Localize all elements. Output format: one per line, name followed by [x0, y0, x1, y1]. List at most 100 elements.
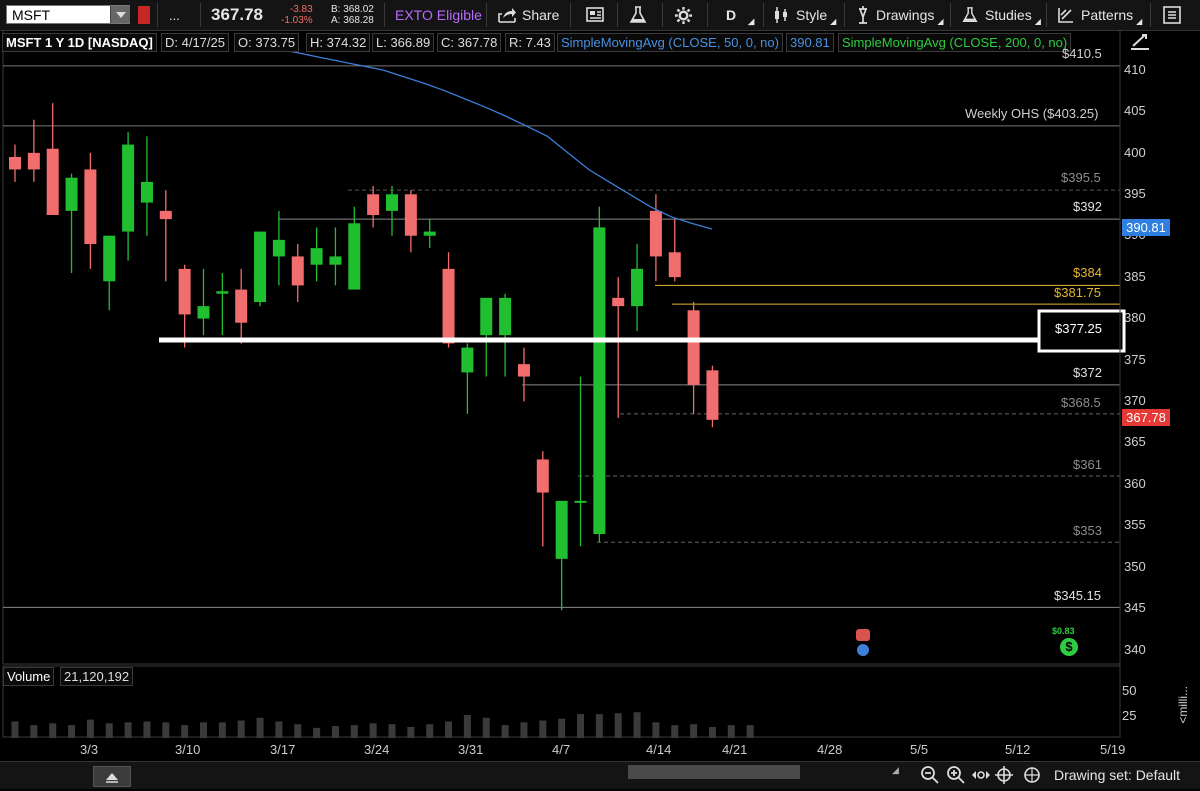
level-label: $345.15	[1054, 588, 1101, 603]
symbol-dropdown-icon[interactable]	[110, 6, 130, 23]
candle-body[interactable]	[272, 239, 285, 257]
candle-body[interactable]	[442, 268, 455, 344]
candle-body[interactable]	[197, 306, 210, 319]
axis-tick: 400	[1124, 145, 1146, 160]
studies-flask-icon	[962, 7, 978, 23]
candle-body[interactable]	[574, 500, 587, 503]
exto-eligible-link[interactable]: EXTO Eligible	[395, 0, 482, 30]
settings-button[interactable]	[674, 0, 693, 30]
candle-body[interactable]	[159, 210, 172, 220]
drawing-set-label[interactable]: Drawing set: Default	[1054, 767, 1180, 783]
drawings-button[interactable]: Drawings ◢	[856, 0, 944, 30]
candle-body[interactable]	[348, 223, 361, 290]
price-change: -3.83 -1.03%	[281, 4, 313, 26]
price-chart[interactable]	[0, 30, 1200, 788]
candle-body[interactable]	[536, 459, 549, 493]
volume-bar	[350, 725, 358, 738]
alert-flag-icon[interactable]	[138, 6, 150, 24]
horizontal-scrollbar-thumb[interactable]	[628, 765, 800, 779]
candle-body[interactable]	[9, 157, 21, 170]
style-button[interactable]: Style ◢	[772, 0, 836, 30]
chart-title: MSFT 1 Y 1D [NASDAQ]	[2, 33, 157, 52]
level-label: Weekly OHS ($403.25)	[965, 106, 1099, 121]
candle-body[interactable]	[461, 347, 474, 373]
share-button[interactable]: Share	[497, 0, 559, 30]
timeframe-dropdown[interactable]: D ◢	[726, 0, 754, 30]
reset-view-icon[interactable]	[1022, 765, 1042, 785]
candle-body[interactable]	[46, 148, 59, 215]
candle-body[interactable]	[329, 256, 342, 265]
candle-body[interactable]	[386, 194, 398, 211]
more-button[interactable]: ...	[169, 0, 180, 30]
candle-body[interactable]	[631, 268, 644, 307]
patterns-label: Patterns	[1081, 7, 1134, 23]
candle-body[interactable]	[593, 227, 606, 534]
candle-body[interactable]	[517, 364, 530, 377]
date-tick: 3/24	[364, 742, 390, 757]
ohlc-date: D: 4/17/25	[161, 33, 229, 52]
chevron-up-icon	[106, 773, 118, 783]
candle-body[interactable]	[140, 181, 153, 203]
candle-body[interactable]	[367, 194, 380, 215]
candle-body[interactable]	[254, 231, 267, 302]
volume-bar	[30, 725, 38, 738]
volume-bar	[520, 722, 528, 738]
candle-body[interactable]	[27, 152, 40, 170]
candle-body[interactable]	[555, 500, 568, 559]
candle-body[interactable]	[499, 297, 512, 336]
studies-label: Studies	[985, 7, 1032, 23]
dividend-dollar-icon[interactable]: $	[1060, 638, 1078, 656]
drawing-pencil-icon[interactable]	[1128, 32, 1152, 52]
info-bulb-icon[interactable]	[857, 644, 869, 656]
candle-body[interactable]	[103, 235, 116, 282]
flask-button[interactable]	[628, 0, 648, 30]
candle-body[interactable]	[291, 256, 304, 286]
candle-body[interactable]	[122, 144, 135, 232]
candle-body[interactable]	[235, 289, 248, 323]
candle-body[interactable]	[687, 310, 700, 385]
candle-body[interactable]	[216, 291, 229, 294]
news-button[interactable]	[585, 0, 605, 30]
gear-icon	[674, 6, 693, 24]
volume-bar	[181, 725, 189, 738]
axis-tick: 365	[1124, 434, 1146, 449]
earnings-phone-icon[interactable]	[856, 629, 870, 641]
zoom-in-icon[interactable]	[946, 765, 966, 785]
sma200-label[interactable]: SimpleMovingAvg (CLOSE, 200, 0, no)	[838, 33, 1072, 52]
collapse-panel-button[interactable]	[93, 766, 131, 787]
zoom-out-icon[interactable]	[920, 765, 940, 785]
dividend-amount: $0.83	[1052, 626, 1075, 636]
volume-bar	[49, 723, 57, 738]
volume-bar	[577, 714, 584, 738]
candle-body[interactable]	[310, 248, 323, 265]
level-label: $368.5	[1061, 395, 1101, 410]
axis-tick: 370	[1124, 393, 1146, 408]
volume-bar	[369, 723, 377, 738]
candle-body[interactable]	[480, 297, 493, 336]
candle-body[interactable]	[84, 169, 97, 244]
candle-body[interactable]	[668, 252, 681, 278]
candle-body[interactable]	[649, 210, 662, 257]
candle-body[interactable]	[706, 370, 719, 420]
candle-body[interactable]	[423, 231, 436, 236]
candle-body[interactable]	[178, 268, 191, 315]
volume-bar	[463, 715, 471, 738]
patterns-button[interactable]: Patterns ◢	[1057, 0, 1142, 30]
volume-bar	[388, 724, 396, 738]
more-options-button[interactable]	[1163, 0, 1181, 30]
volume-bar	[105, 723, 113, 738]
candle-body[interactable]	[612, 297, 625, 307]
candle-body[interactable]	[65, 177, 78, 211]
crosshair-icon[interactable]	[994, 765, 1014, 785]
sma50-label[interactable]: SimpleMovingAvg (CLOSE, 50, 0, no)	[557, 33, 783, 52]
scroll-right-arrow-icon[interactable]: ◢	[892, 765, 899, 776]
volume-bar	[331, 726, 339, 738]
toolbar: MSFT ... 367.78 -3.83 -1.03% B: 368.02 A…	[0, 0, 1200, 31]
patterns-icon	[1058, 8, 1073, 23]
candle-body[interactable]	[404, 194, 417, 236]
studies-button[interactable]: Studies ◢	[961, 0, 1041, 30]
level-label: $361	[1073, 457, 1102, 472]
volume-bar	[11, 721, 19, 738]
axis-tick: 410	[1124, 62, 1146, 77]
pan-horizontal-icon[interactable]	[970, 766, 992, 784]
